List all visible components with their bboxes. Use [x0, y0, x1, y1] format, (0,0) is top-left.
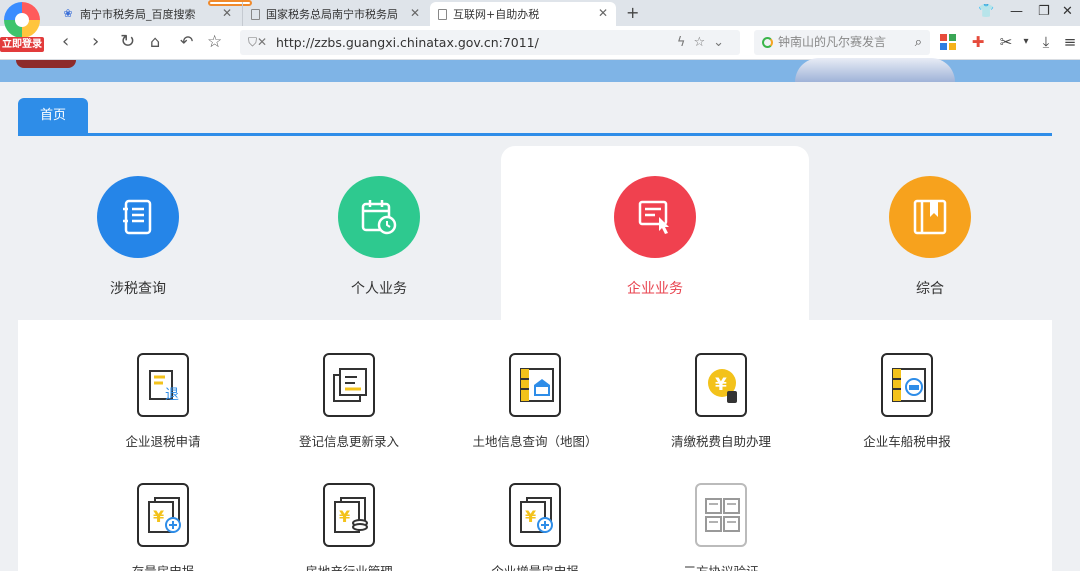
search-icon[interactable]: ⌕: [915, 30, 922, 55]
apps-icon[interactable]: [940, 34, 956, 50]
calendar-clock-icon: [361, 200, 397, 235]
address-bar-actions: ϟ☆⌄: [677, 30, 732, 55]
service-label: 三方协议验证: [631, 561, 811, 571]
scissors-menu-chevron-icon[interactable]: ▾: [1018, 34, 1034, 50]
svg-text:¥: ¥: [339, 507, 350, 526]
category-icon-bg: [97, 176, 179, 258]
scissors-icon[interactable]: ✂: [998, 34, 1014, 50]
undo-icon[interactable]: ↶: [180, 31, 193, 53]
land-query-icon: [509, 353, 561, 417]
minimize-icon[interactable]: —: [1010, 4, 1023, 19]
tab-baidu[interactable]: ❀ 南宁市税务局_百度搜索 ✕: [54, 2, 240, 26]
page-icon: [251, 8, 260, 20]
security-shield-icon[interactable]: ⛉✕: [248, 30, 267, 55]
shirt-icon[interactable]: 👕: [978, 4, 994, 19]
tab-tax-bureau[interactable]: 国家税务总局南宁市税务局 ✕: [242, 2, 428, 26]
category-label: 企业业务: [627, 281, 683, 297]
page-icon: [438, 8, 447, 20]
search-engine-icon: [762, 37, 773, 48]
vehicle-tax-icon: [881, 353, 933, 417]
service-label: 企业退税申请: [125, 434, 201, 449]
service-label: 登记信息更新录入: [298, 434, 399, 449]
new-tab-button[interactable]: +: [626, 3, 639, 22]
refund-form-icon: 退: [137, 353, 189, 417]
tab-title: 国家税务总局南宁市税务局: [266, 8, 398, 21]
svg-text:¥: ¥: [153, 507, 164, 526]
category-icon-bg: [889, 176, 971, 258]
services-panel: 退 企业退税申请 登记信息更新录入 土地信息查询（地图） ¥ 清缴税费自助办理 …: [18, 320, 1052, 571]
baidu-paw-icon: ❀: [63, 7, 73, 20]
address-bar[interactable]: ⛉✕ http://zzbs.guangxi.chinatax.gov.cn:7…: [240, 30, 740, 55]
close-tab-icon[interactable]: ✕: [410, 6, 420, 20]
back-icon[interactable]: ‹: [62, 31, 69, 53]
category-icon-bg: [614, 176, 696, 258]
agreement-check-icon: [695, 483, 747, 547]
game-icon[interactable]: ✚: [970, 34, 986, 50]
url-text: http://zzbs.guangxi.chinatax.gov.cn:7011…: [276, 35, 539, 50]
category-label: 涉税查询: [110, 281, 166, 297]
lightning-icon[interactable]: ϟ: [677, 35, 694, 50]
download-icon[interactable]: ⤓: [1038, 34, 1054, 50]
yuan-docs-plus-icon: ¥: [509, 483, 561, 547]
category-label: 个人业务: [351, 281, 407, 297]
banner-emblem: [16, 60, 76, 68]
forward-icon[interactable]: ›: [92, 31, 99, 53]
tab-self-service[interactable]: 互联网+自助办税 ✕: [430, 2, 616, 26]
login-badge[interactable]: 立即登录: [0, 37, 44, 52]
banner-building-image: [795, 58, 955, 82]
chevron-down-icon[interactable]: ⌄: [713, 35, 732, 50]
form-hand-icon: [638, 200, 669, 234]
notebook-icon: [123, 199, 152, 235]
svg-text:¥: ¥: [525, 507, 536, 526]
svg-text:¥: ¥: [715, 375, 727, 395]
service-label: 企业车船税申报: [863, 434, 951, 449]
restore-icon[interactable]: ❐: [1038, 4, 1050, 19]
refresh-icon[interactable]: ↻: [120, 31, 135, 53]
tab-strip: ❀ 南宁市税务局_百度搜索 ✕ 国家税务总局南宁市税务局 ✕ 互联网+自助办税 …: [0, 0, 1080, 26]
service-label: 清缴税费自助办理: [670, 434, 771, 449]
search-placeholder: 钟南山的凡尔赛发言: [778, 35, 887, 49]
close-tab-icon[interactable]: ✕: [598, 6, 608, 20]
yuan-docs-plus-icon: ¥: [137, 483, 189, 547]
register-update-icon: [323, 353, 375, 417]
category-label: 综合: [916, 281, 944, 297]
page-tabbar: 首页: [18, 98, 1052, 136]
yuan-docs-coins-icon: ¥: [323, 483, 375, 547]
service-label: 房地产行业管理: [259, 561, 439, 571]
tab-home[interactable]: 首页: [18, 98, 88, 133]
svg-text:退: 退: [165, 387, 179, 403]
category-tax-query[interactable]: 涉税查询: [20, 146, 256, 320]
service-label: 存量房申报: [73, 561, 253, 571]
service-label: 土地信息查询（地图）: [472, 434, 598, 449]
category-icon-bg: [338, 176, 420, 258]
category-row: 涉税查询 个人业务 企业业务 综合: [18, 146, 1052, 320]
home-icon[interactable]: ⌂: [150, 31, 160, 53]
star-icon[interactable]: ☆: [207, 31, 222, 53]
browser-logo-icon: [4, 2, 40, 38]
category-enterprise[interactable]: 企业业务: [501, 146, 809, 320]
close-window-icon[interactable]: ✕: [1062, 4, 1073, 19]
search-input[interactable]: 钟南山的凡尔赛发言 ⌕: [754, 30, 930, 55]
yuan-payment-icon: ¥: [695, 353, 747, 417]
close-tab-icon[interactable]: ✕: [222, 6, 232, 20]
menu-icon[interactable]: ≡: [1062, 34, 1078, 50]
category-personal[interactable]: 个人业务: [261, 146, 497, 320]
tab-title: 互联网+自助办税: [453, 8, 540, 21]
service-label: 企业增量房申报: [445, 561, 625, 571]
site-banner: [0, 58, 1080, 82]
bookmark-star-icon[interactable]: ☆: [693, 35, 713, 50]
browser-logo[interactable]: 立即登录: [0, 2, 44, 52]
category-general[interactable]: 综合: [812, 146, 1048, 320]
browser-window: ❀ 南宁市税务局_百度搜索 ✕ 国家税务总局南宁市税务局 ✕ 互联网+自助办税 …: [0, 0, 1080, 571]
book-icon: [913, 199, 947, 235]
tab-title: 南宁市税务局_百度搜索: [80, 8, 196, 21]
toolbar: ‹ › ↻ ⌂ ↶ ☆ ⛉✕ http://zzbs.guangxi.china…: [0, 26, 1080, 60]
